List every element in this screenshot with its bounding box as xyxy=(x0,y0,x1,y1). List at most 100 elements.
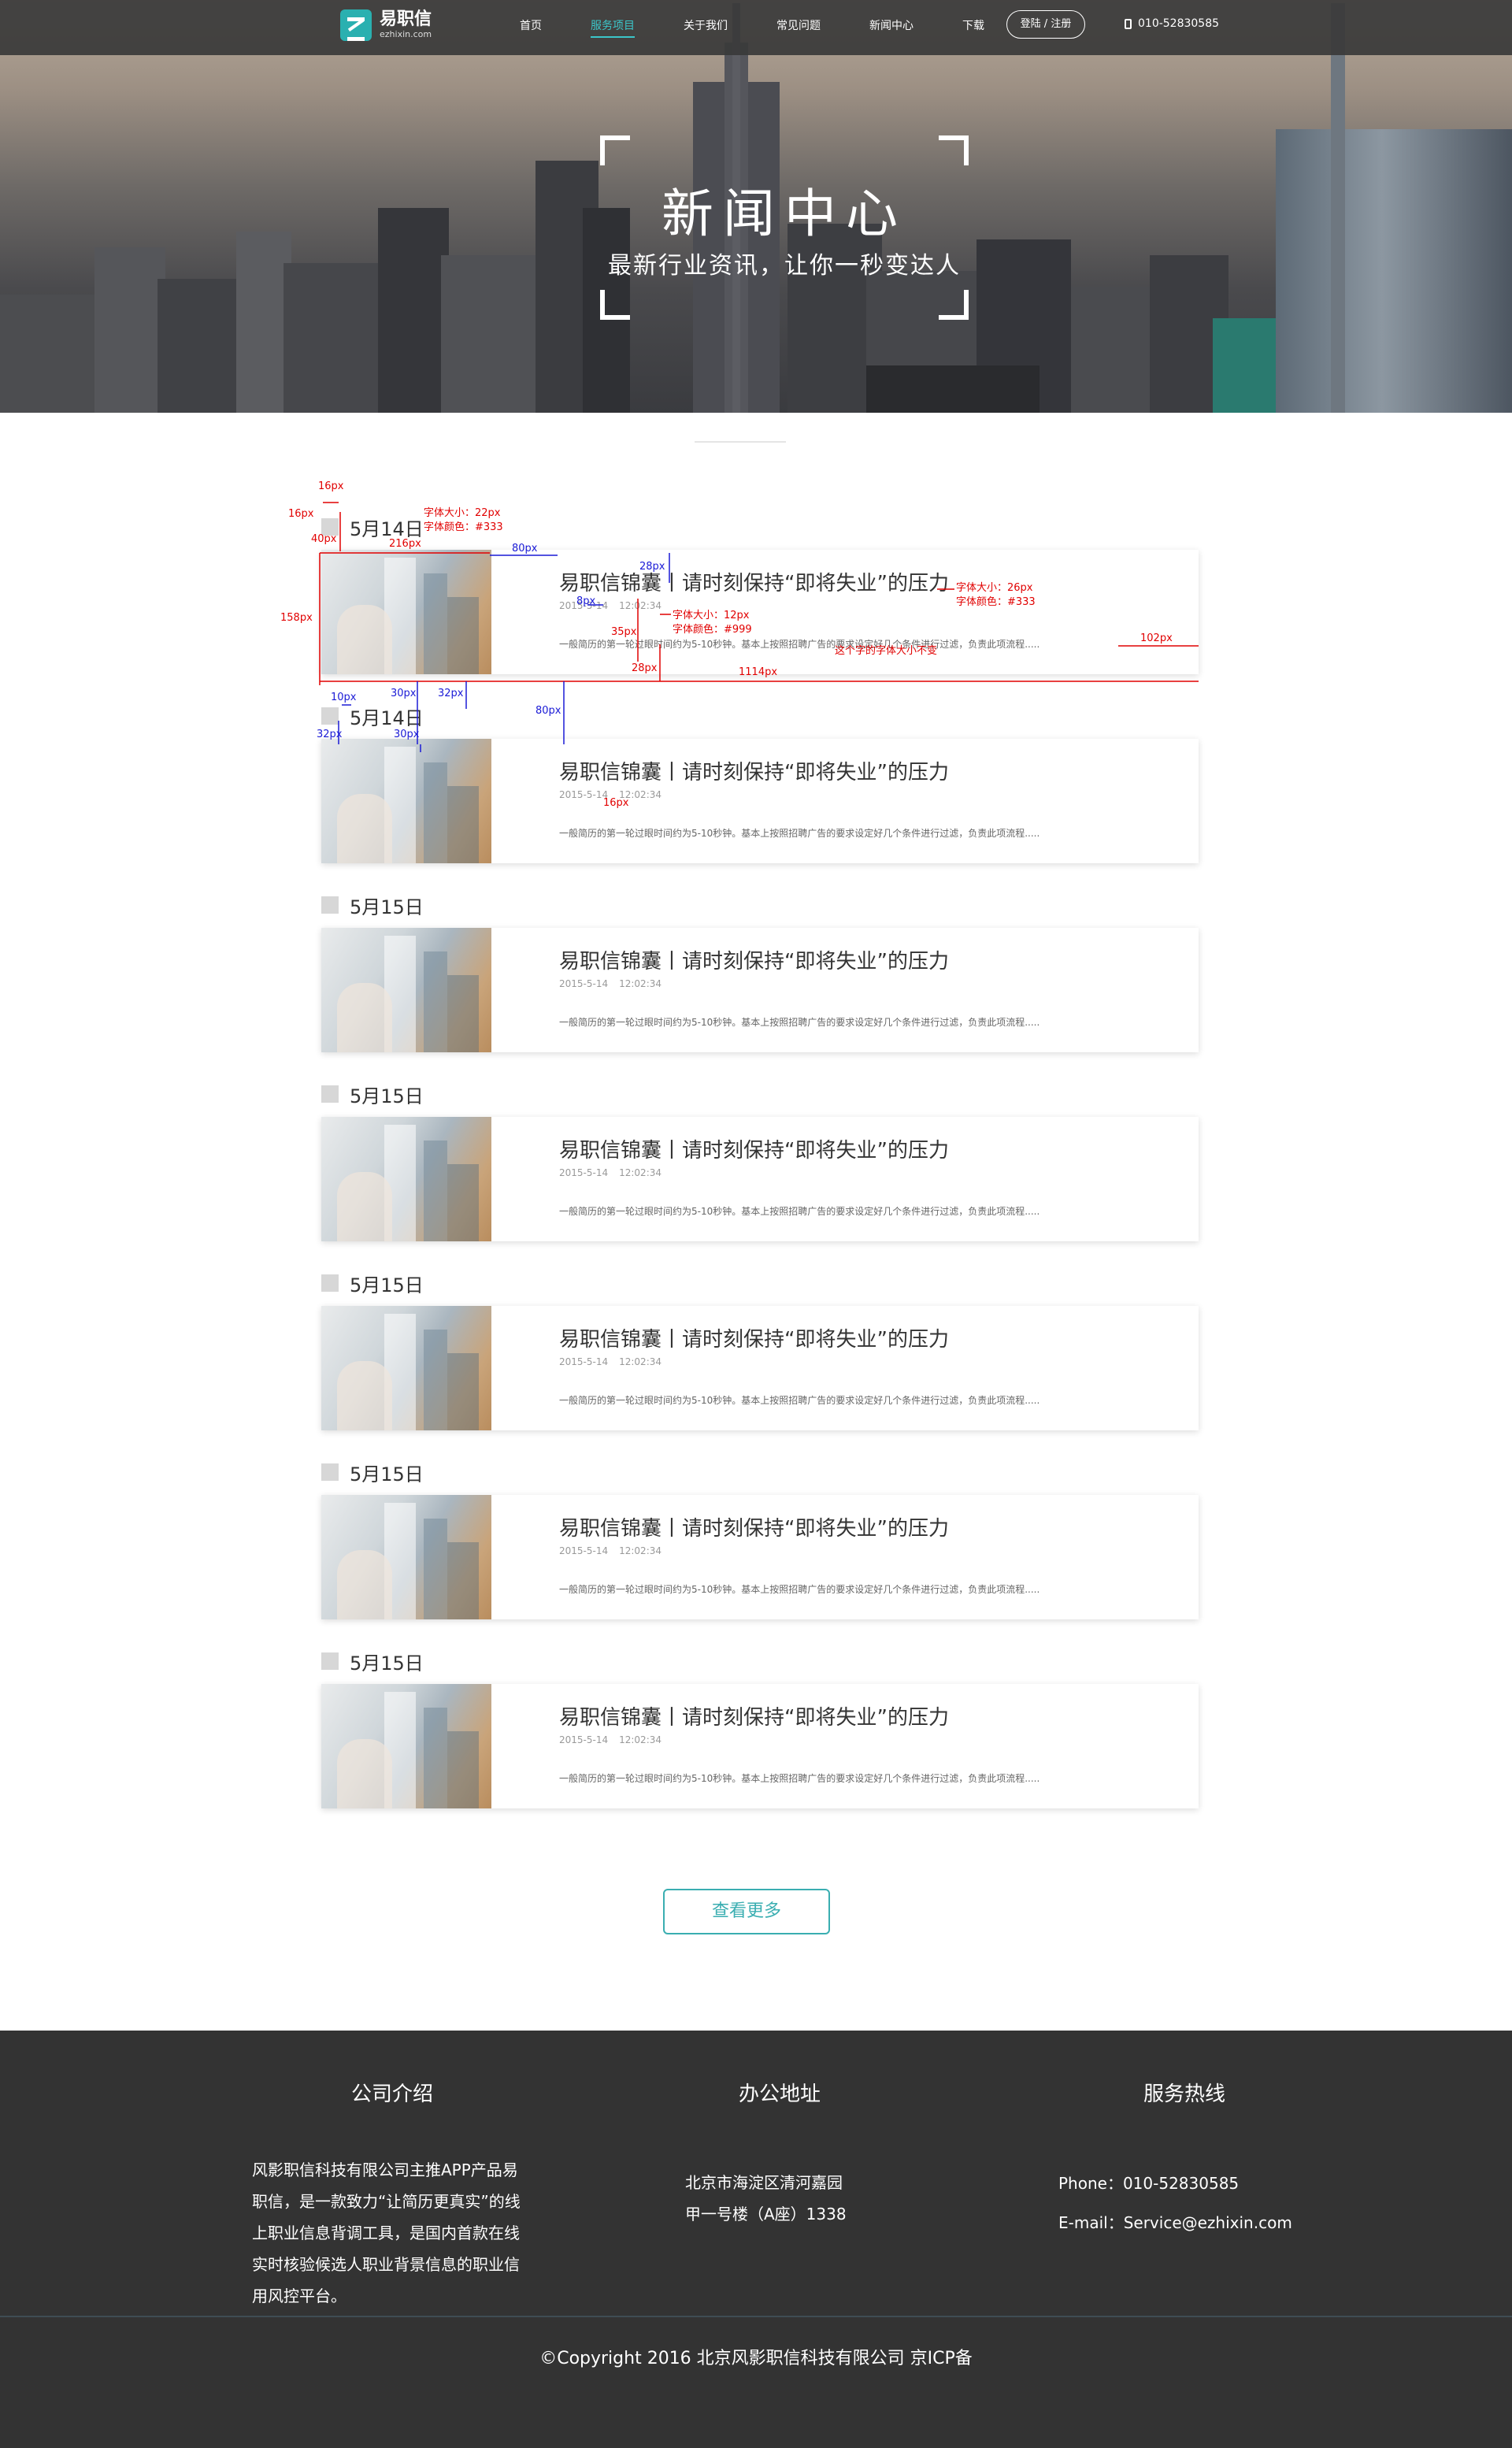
annotation: 28px xyxy=(639,561,665,573)
footer-phone[interactable]: Phone：010-52830585 xyxy=(1058,2164,1310,2203)
date-row: 5月15日 xyxy=(321,882,1199,928)
date-label: 5月15日 xyxy=(350,1274,424,1296)
phone-icon xyxy=(1125,18,1132,29)
news-body: 易职信锦囊丨请时刻保持“即将失业”的压力 2015-5-14 12:02:34 一… xyxy=(491,739,1199,863)
news-card[interactable]: 易职信锦囊丨请时刻保持“即将失业”的压力 2015-5-14 12:02:34 一… xyxy=(321,739,1199,863)
nav-item-download[interactable]: 下载 xyxy=(962,0,984,52)
annotation: 字体颜色：#999 xyxy=(673,624,752,636)
nav-item-faq[interactable]: 常见问题 xyxy=(776,0,821,52)
annotation: 16px xyxy=(288,508,314,520)
address-line: 甲一号楼（A座）1338 xyxy=(685,2205,847,2224)
news-meta: 2015-5-14 12:02:34 xyxy=(559,600,1199,611)
news-date: 2015-5-14 xyxy=(559,1167,609,1178)
news-thumbnail[interactable] xyxy=(321,1117,491,1241)
news-time: 12:02:34 xyxy=(619,1167,662,1178)
news-time: 12:02:34 xyxy=(619,1545,662,1556)
brand-name: 易职信 xyxy=(380,9,432,29)
footer-about: 公司介绍 风影职信科技有限公司主推APP产品易职信，是一款致力“让简历更真实”的… xyxy=(252,2078,532,2312)
nav-item-news[interactable]: 新闻中心 xyxy=(869,0,914,52)
news-desc: 一般简历的第一轮过眼时间约为5-10秒钟。基本上按照招聘广告的要求设定好几个条件… xyxy=(559,828,1040,839)
annotation: 30px xyxy=(391,688,417,699)
news-title[interactable]: 易职信锦囊丨请时刻保持“即将失业”的压力 xyxy=(559,950,1199,974)
news-body: 易职信锦囊丨请时刻保持“即将失业”的压力 2015-5-14 12:02:34 一… xyxy=(491,1495,1199,1619)
view-more-button[interactable]: 查看更多 xyxy=(663,1889,830,1934)
news-group: 5月15日 易职信锦囊丨请时刻保持“即将失业”的压力 2015-5-14 12:0… xyxy=(321,1449,1199,1619)
frame-corner-br xyxy=(939,290,969,320)
news-card[interactable]: 易职信锦囊丨请时刻保持“即将失业”的压力 2015-5-14 12:02:34 一… xyxy=(321,928,1199,1052)
brand-domain: ezhixin.com xyxy=(380,29,432,39)
news-card[interactable]: 易职信锦囊丨请时刻保持“即将失业”的压力 2015-5-14 12:02:34 一… xyxy=(321,1306,1199,1430)
news-title[interactable]: 易职信锦囊丨请时刻保持“即将失业”的压力 xyxy=(559,572,1199,595)
date-marker xyxy=(321,1463,339,1481)
date-label: 5月14日 xyxy=(350,707,424,729)
date-label: 5月15日 xyxy=(350,1085,424,1107)
date-label: 5月14日 xyxy=(350,517,424,540)
date-row: 5月15日 xyxy=(321,1260,1199,1306)
news-title[interactable]: 易职信锦囊丨请时刻保持“即将失业”的压力 xyxy=(559,761,1199,784)
date-marker xyxy=(321,1085,339,1103)
news-date: 2015-5-14 xyxy=(559,978,609,989)
date-label: 5月15日 xyxy=(350,1652,424,1675)
news-thumbnail[interactable] xyxy=(321,928,491,1052)
news-thumbnail[interactable] xyxy=(321,1684,491,1808)
news-time: 12:02:34 xyxy=(619,978,662,989)
news-thumbnail[interactable] xyxy=(321,550,491,674)
news-thumbnail[interactable] xyxy=(321,1306,491,1430)
login-register-button[interactable]: 登陆 / 注册 xyxy=(1006,10,1085,39)
copyright: ©Copyright 2016 北京风影职信科技有限公司 京ICP备 xyxy=(539,2349,973,2368)
news-date: 2015-5-14 xyxy=(559,789,609,800)
date-label: 5月15日 xyxy=(350,1463,424,1485)
news-group: 5月15日 易职信锦囊丨请时刻保持“即将失业”的压力 2015-5-14 12:0… xyxy=(321,882,1199,1052)
annotation: 这个字的字体大小不变 xyxy=(835,645,938,657)
annotation: 35px xyxy=(611,626,637,638)
news-card[interactable]: 易职信锦囊丨请时刻保持“即将失业”的压力 2015-5-14 12:02:34 一… xyxy=(321,1117,1199,1241)
news-title[interactable]: 易职信锦囊丨请时刻保持“即将失业”的压力 xyxy=(559,1706,1199,1730)
brand-logo[interactable]: 易职信 ezhixin.com xyxy=(340,8,432,43)
hero-title: 新闻中心 xyxy=(662,184,907,244)
footer-hotline-title: 服务热线 xyxy=(1143,2083,1225,2106)
news-group: 5月15日 易职信锦囊丨请时刻保持“即将失业”的压力 2015-5-14 12:0… xyxy=(321,1260,1199,1430)
news-meta: 2015-5-14 12:02:34 xyxy=(559,1167,1199,1178)
annotation: 16px xyxy=(318,480,344,492)
news-date: 2015-5-14 xyxy=(559,1734,609,1745)
news-title[interactable]: 易职信锦囊丨请时刻保持“即将失业”的压力 xyxy=(559,1139,1199,1163)
news-body: 易职信锦囊丨请时刻保持“即将失业”的压力 2015-5-14 12:02:34 一… xyxy=(491,1684,1199,1808)
news-card[interactable]: 易职信锦囊丨请时刻保持“即将失业”的压力 2015-5-14 12:02:34 一… xyxy=(321,1495,1199,1619)
date-row: 5月15日 xyxy=(321,1449,1199,1495)
date-row: 5月15日 xyxy=(321,1071,1199,1117)
annotation: 102px xyxy=(1140,632,1173,644)
news-title[interactable]: 易职信锦囊丨请时刻保持“即将失业”的压力 xyxy=(559,1517,1199,1541)
news-desc: 一般简历的第一轮过眼时间约为5-10秒钟。基本上按照招聘广告的要求设定好几个条件… xyxy=(559,1773,1040,1784)
news-thumbnail[interactable] xyxy=(321,739,491,863)
news-meta: 2015-5-14 12:02:34 xyxy=(559,1734,1199,1745)
annotation: 32px xyxy=(317,729,343,740)
date-row: 5月15日 xyxy=(321,1638,1199,1684)
section-divider xyxy=(695,441,786,443)
news-group: 5月15日 易职信锦囊丨请时刻保持“即将失业”的压力 2015-5-14 12:0… xyxy=(321,1638,1199,1808)
date-marker xyxy=(321,896,339,914)
footer-address-text: 北京市海淀区清河嘉园 甲一号楼（A座）1338 xyxy=(685,2167,874,2230)
news-card[interactable]: 易职信锦囊丨请时刻保持“即将失业”的压力 2015-5-14 12:02:34 一… xyxy=(321,1684,1199,1808)
nav-item-home[interactable]: 首页 xyxy=(520,0,542,52)
nav-item-services[interactable]: 服务项目 xyxy=(591,0,635,52)
annotation: 216px xyxy=(389,538,421,550)
news-meta: 2015-5-14 12:02:34 xyxy=(559,1545,1199,1556)
annotation: 字体颜色：#333 xyxy=(424,521,503,533)
annotation: 1114px xyxy=(739,666,778,678)
annotation: 16px xyxy=(603,797,629,809)
annotation: 32px xyxy=(438,688,464,699)
header-phone: 010-52830585 xyxy=(1125,17,1219,30)
logo-icon xyxy=(340,9,372,41)
footer-email[interactable]: E-mail：Service@ezhixin.com xyxy=(1058,2203,1310,2242)
news-thumbnail[interactable] xyxy=(321,1495,491,1619)
hero-frame: 新闻中心 最新行业资讯，让你一秒变达人 xyxy=(600,135,969,320)
annotation: 80px xyxy=(536,705,561,717)
hero-subtitle: 最新行业资讯，让你一秒变达人 xyxy=(608,252,961,280)
news-desc: 一般简历的第一轮过眼时间约为5-10秒钟。基本上按照招聘广告的要求设定好几个条件… xyxy=(559,1206,1040,1217)
top-nav: 易职信 ezhixin.com 首页 服务项目 关于我们 常见问题 新闻中心 下… xyxy=(0,0,1512,55)
news-card[interactable]: 易职信锦囊丨请时刻保持“即将失业”的压力 2015-5-14 12:02:34 一… xyxy=(321,550,1199,674)
date-row: 5月14日 xyxy=(321,693,1199,739)
news-title[interactable]: 易职信锦囊丨请时刻保持“即将失业”的压力 xyxy=(559,1328,1199,1352)
nav-item-about[interactable]: 关于我们 xyxy=(684,0,728,52)
news-list: 5月14日 易职信锦囊丨请时刻保持“即将失业”的压力 2015-5-14 12:0… xyxy=(321,504,1199,1827)
